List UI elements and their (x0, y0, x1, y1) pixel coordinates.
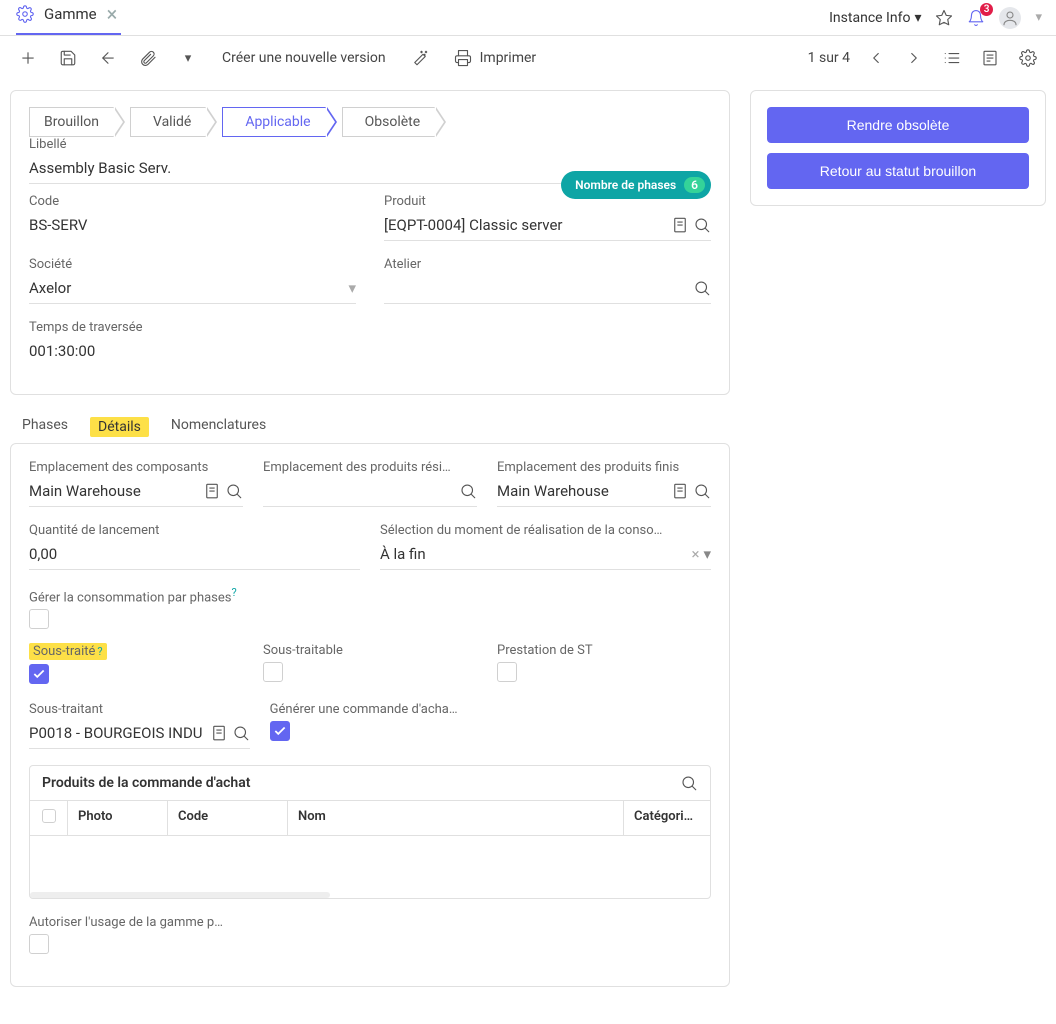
traversee-label: Temps de traversée (29, 320, 711, 335)
form-view-icon[interactable] (972, 40, 1008, 76)
code-label: Code (29, 194, 356, 209)
sous-traitable-label: Sous-traitable (263, 643, 477, 658)
libelle-label: Libellé (29, 137, 711, 152)
list-view-icon[interactable] (934, 40, 970, 76)
sous-traitant-label: Sous-traitant (29, 702, 250, 717)
attachment-button[interactable] (130, 40, 166, 76)
tab-title: Gamme (44, 5, 97, 23)
state-valide[interactable]: Validé (130, 107, 206, 137)
caret-down-icon[interactable]: ▾ (1035, 10, 1042, 25)
tab-phases[interactable]: Phases (22, 417, 68, 437)
gear-icon (16, 5, 34, 23)
search-icon[interactable] (680, 774, 698, 792)
sous-traitant-field[interactable]: P0018 - BOURGEOIS INDU (29, 721, 250, 749)
table-body (30, 836, 710, 892)
autoriser-checkbox[interactable] (29, 934, 49, 954)
open-icon[interactable] (671, 216, 689, 234)
societe-label: Société (29, 257, 356, 272)
qte-label: Quantité de lancement (29, 523, 360, 538)
col-photo[interactable]: Photo (68, 801, 168, 835)
search-icon[interactable] (459, 482, 477, 500)
products-table-title: Produits de la commande d'achat (42, 775, 250, 791)
col-categorie[interactable]: Catégori… (624, 801, 710, 835)
gerer-label: Gérer la consommation par phases? (29, 586, 711, 605)
sous-traitable-checkbox[interactable] (263, 662, 283, 682)
user-avatar[interactable] (999, 7, 1021, 29)
next-button[interactable] (896, 40, 932, 76)
help-icon[interactable]: ? (231, 586, 236, 599)
close-icon[interactable]: × (107, 2, 118, 26)
traversee-value: 001:30:00 (29, 339, 711, 366)
generer-checkbox[interactable] (270, 721, 290, 741)
search-icon[interactable] (225, 482, 243, 500)
search-icon[interactable] (693, 279, 711, 297)
code-value: BS-SERV (29, 213, 356, 240)
open-icon[interactable] (203, 482, 221, 500)
products-table: Produits de la commande d'achat Photo Co… (29, 765, 711, 899)
search-icon[interactable] (232, 724, 250, 742)
moment-label: Sélection du moment de réalisation de la… (380, 523, 711, 538)
emp-finis-label: Emplacement des produits finis (497, 460, 711, 475)
societe-field[interactable]: Axelor ▾ (29, 276, 356, 304)
sous-traite-label: Sous-traité? (29, 643, 107, 660)
instance-info-dropdown[interactable]: Instance Info ▾ (829, 10, 921, 26)
open-icon[interactable] (671, 482, 689, 500)
create-version-button[interactable]: Créer une nouvelle version (210, 50, 398, 66)
retour-brouillon-button[interactable]: Retour au statut brouillon (767, 153, 1029, 189)
tab-details[interactable]: Détails (90, 417, 149, 437)
prev-button[interactable] (858, 40, 894, 76)
atelier-label: Atelier (384, 257, 711, 272)
caret-down-icon: ▾ (914, 10, 921, 26)
col-code[interactable]: Code (168, 801, 288, 835)
more-dropdown[interactable]: ▾ (170, 40, 206, 76)
help-icon[interactable]: ? (97, 645, 102, 658)
tab-gamme[interactable]: Gamme × (16, 0, 121, 35)
rendre-obsolete-button[interactable]: Rendre obsolète (767, 107, 1029, 143)
notifications-icon[interactable]: 3 (967, 9, 985, 27)
print-button[interactable]: Imprimer (442, 49, 549, 67)
prestation-label: Prestation de ST (497, 643, 711, 658)
emp-residuels-field[interactable] (263, 479, 477, 507)
scrollbar[interactable] (30, 892, 330, 898)
new-button[interactable] (10, 40, 46, 76)
tab-nomenclatures[interactable]: Nomenclatures (171, 417, 266, 437)
clear-icon[interactable]: × (691, 545, 699, 563)
generer-label: Générer une commande d'acha… (270, 702, 711, 717)
caret-down-icon[interactable]: ▾ (703, 545, 711, 563)
autoriser-label: Autoriser l'usage de la gamme p… (29, 915, 711, 930)
settings-icon[interactable] (1010, 40, 1046, 76)
state-stepper: Brouillon Validé Applicable Obsolète (29, 107, 711, 137)
search-icon[interactable] (693, 216, 711, 234)
select-all-checkbox[interactable] (30, 801, 68, 835)
emp-composants-field[interactable]: Main Warehouse (29, 479, 243, 507)
prestation-checkbox[interactable] (497, 662, 517, 682)
atelier-field[interactable] (384, 276, 711, 304)
save-button[interactable] (50, 40, 86, 76)
search-icon[interactable] (693, 482, 711, 500)
state-applicable[interactable]: Applicable (222, 107, 325, 137)
gerer-checkbox[interactable] (29, 609, 49, 629)
moment-field[interactable]: À la fin × ▾ (380, 542, 711, 570)
qte-field[interactable]: 0,00 (29, 542, 360, 570)
produit-field[interactable]: [EQPT-0004] Classic server (384, 213, 711, 241)
open-icon[interactable] (210, 724, 228, 742)
emp-residuels-label: Emplacement des produits rési… (263, 460, 477, 475)
sous-traite-checkbox[interactable] (29, 664, 49, 684)
pager-label: 1 sur 4 (808, 50, 850, 66)
emp-finis-field[interactable]: Main Warehouse (497, 479, 711, 507)
star-icon[interactable] (935, 9, 953, 27)
notification-count: 3 (980, 3, 994, 16)
col-nom[interactable]: Nom (288, 801, 624, 835)
phase-badge[interactable]: Nombre de phases 6 (561, 171, 711, 199)
back-button[interactable] (90, 40, 126, 76)
state-obsolete[interactable]: Obsolète (342, 107, 436, 137)
wand-icon[interactable] (402, 40, 438, 76)
caret-down-icon: ▾ (348, 279, 356, 297)
state-brouillon[interactable]: Brouillon (29, 107, 114, 137)
emp-composants-label: Emplacement des composants (29, 460, 243, 475)
